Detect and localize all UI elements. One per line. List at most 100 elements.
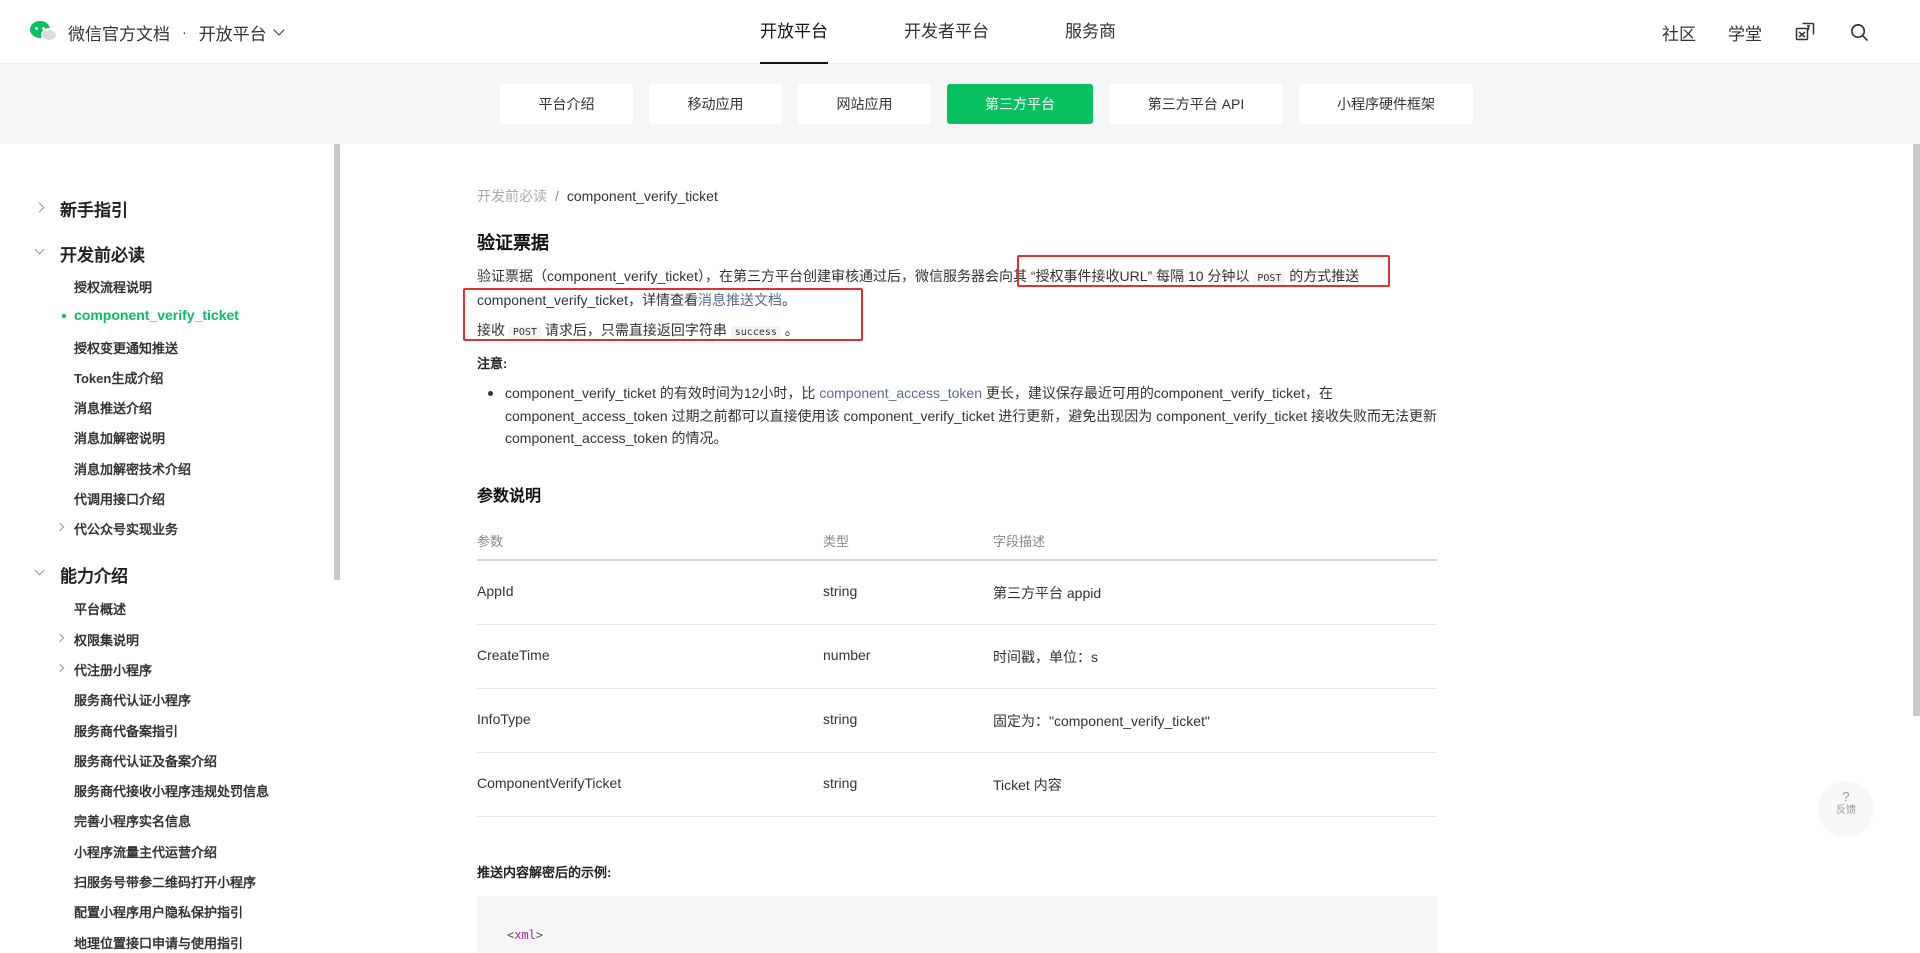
- chevron-right-icon: [55, 522, 65, 532]
- table-cell: ComponentVerifyTicket: [477, 775, 622, 791]
- sidebar-item-expandable[interactable]: 权限集说明: [0, 630, 300, 649]
- note-label: 注意:: [477, 356, 508, 371]
- table-header-cell: 类型: [823, 534, 850, 549]
- sidebar-item[interactable]: 配置小程序用户隐私保护指引: [0, 902, 300, 921]
- feedback-label: 反馈: [1836, 805, 1856, 816]
- subtab-platform-intro[interactable]: 平台介绍: [500, 84, 633, 124]
- community-link[interactable]: 社区: [1662, 20, 1696, 45]
- subtab-hardware-framework[interactable]: 小程序硬件框架: [1299, 84, 1473, 124]
- nav-developer-platform[interactable]: 开发者平台: [904, 0, 989, 64]
- wechat-logo-icon: [30, 19, 60, 45]
- table-cell: 固定为："component_verify_ticket": [993, 713, 1210, 729]
- subtab-third-party-api[interactable]: 第三方平台 API: [1109, 84, 1283, 124]
- breadcrumb-separator: /: [555, 188, 559, 204]
- table-cell: string: [823, 775, 858, 791]
- note-bullet: component_verify_ticket 的有效时间为12小时，比 com…: [488, 382, 1440, 450]
- platform-label: 开放平台: [198, 24, 267, 44]
- table-cell: AppId: [477, 583, 514, 599]
- paragraph-3: 接收 POST 请求后，只需直接返回字符串 success 。: [477, 320, 799, 340]
- text: 。: [780, 322, 799, 338]
- subtab-website-app[interactable]: 网站应用: [798, 84, 931, 124]
- breadcrumb: 开发前必读 / component_verify_ticket: [477, 186, 718, 206]
- table-row: InfoType string 固定为："component_verify_ti…: [477, 689, 1437, 753]
- text: component_verify_ticket 的有效时间为12小时，比: [505, 385, 820, 401]
- params-title: 参数说明: [477, 488, 542, 505]
- breadcrumb-current: component_verify_ticket: [566, 188, 718, 204]
- sidebar-scrollbar[interactable]: [334, 144, 340, 580]
- subtab-third-party-platform[interactable]: 第三方平台: [947, 84, 1093, 124]
- sidebar-group-label: 能力介绍: [60, 567, 128, 586]
- sidebar-item[interactable]: Token生成介绍: [0, 368, 300, 387]
- brand-separator: ·: [182, 24, 187, 40]
- search-icon[interactable]: [1848, 21, 1870, 43]
- sidebar-item-label: 代公众号实现业务: [74, 522, 179, 537]
- sidebar-item[interactable]: 完善小程序实名信息: [0, 811, 300, 830]
- sidebar-item[interactable]: 小程序流量主代运营介绍: [0, 842, 300, 861]
- table-cell: Ticket 内容: [993, 777, 1062, 793]
- breadcrumb-parent[interactable]: 开发前必读: [477, 188, 547, 204]
- sidebar-item[interactable]: 消息加解密技术介绍: [0, 459, 300, 478]
- top-header: 微信官方文档 · 开放平台 开放平台 开发者平台 服务商 社区 学堂: [0, 0, 1920, 64]
- sidebar-item[interactable]: 平台概述: [0, 599, 300, 618]
- chevron-down-icon: [273, 23, 285, 36]
- sidebar-item[interactable]: 消息加解密说明: [0, 428, 300, 447]
- platform-switcher[interactable]: 开放平台: [198, 20, 285, 45]
- params-table: 参数 类型 字段描述 AppId string 第三方平台 appid Crea…: [477, 521, 1437, 817]
- sidebar-item[interactable]: 授权变更通知推送: [0, 338, 300, 357]
- page-scrollbar[interactable]: [1913, 144, 1920, 716]
- table-row: ComponentVerifyTicket string Ticket 内容: [477, 753, 1437, 817]
- sidebar-item[interactable]: 服务商代认证小程序: [0, 690, 300, 709]
- table-header: 参数 类型 字段描述: [477, 521, 1437, 561]
- sidebar-item[interactable]: 服务商代备案指引: [0, 721, 300, 740]
- brand-title: 微信官方文档: [68, 24, 170, 44]
- chevron-down-icon: [34, 244, 45, 255]
- text: component_verify_ticket，详情查看: [477, 292, 698, 308]
- sidebar-item[interactable]: 扫服务号带参二维码打开小程序: [0, 872, 300, 891]
- sidebar-group-before-dev[interactable]: 开发前必读: [0, 241, 300, 266]
- inline-code: POST: [508, 326, 541, 339]
- chevron-right-icon: [34, 202, 45, 213]
- sidebar-item[interactable]: 服务商代认证及备案介绍: [0, 751, 300, 770]
- text: 接收: [477, 322, 509, 338]
- chevron-down-icon: [34, 565, 45, 576]
- translate-icon[interactable]: [1794, 21, 1816, 43]
- brand[interactable]: 微信官方文档 · 开放平台: [30, 18, 285, 46]
- table-header-cell: 字段描述: [993, 534, 1046, 549]
- message-push-doc-link[interactable]: 消息推送文档: [698, 292, 782, 308]
- table-row: CreateTime number 时间戳，单位：s: [477, 625, 1437, 689]
- feedback-button[interactable]: ? 反馈: [1820, 782, 1872, 834]
- subtab-mobile-app[interactable]: 移动应用: [649, 84, 782, 124]
- academy-link[interactable]: 学堂: [1728, 20, 1762, 45]
- code-punct: >: [535, 928, 544, 942]
- sidebar-item-expandable[interactable]: 代注册小程序: [0, 660, 300, 679]
- sidebar-item[interactable]: 地理位置接口申请与使用指引: [0, 933, 300, 952]
- text: 验证票据（component_verify_ticket），在第三方平台创建审核…: [477, 268, 1254, 284]
- question-icon: ?: [1842, 789, 1850, 804]
- chevron-right-icon: [55, 663, 65, 673]
- inline-code: success: [730, 326, 781, 339]
- right-nav: 社区 学堂: [1630, 0, 1870, 64]
- sidebar-item-expandable[interactable]: 代公众号实现业务: [0, 519, 300, 538]
- sidebar-item-label: 代注册小程序: [74, 663, 153, 678]
- inline-code: POST: [1253, 272, 1286, 285]
- paragraph-2: component_verify_ticket，详情查看消息推送文档。: [477, 290, 796, 310]
- table-cell: number: [823, 647, 871, 663]
- nav-service-provider[interactable]: 服务商: [1065, 0, 1116, 64]
- sidebar-item[interactable]: 服务商代接收小程序违规处罚信息: [0, 781, 300, 800]
- sidebar-group-capabilities[interactable]: 能力介绍: [0, 562, 300, 587]
- sidebar-item[interactable]: 授权流程说明: [0, 277, 300, 296]
- text: 的方式推送: [1285, 268, 1360, 284]
- sidebar-item[interactable]: 代调用接口介绍: [0, 489, 300, 508]
- table-cell: string: [823, 583, 858, 599]
- component-access-token-link[interactable]: component_access_token: [819, 385, 982, 401]
- code-tag: xml: [514, 928, 536, 942]
- table-cell: 时间戳，单位：s: [993, 649, 1098, 665]
- sidebar-group-beginner-guide[interactable]: 新手指引: [0, 196, 300, 221]
- sidebar-item[interactable]: 消息推送介绍: [0, 398, 300, 417]
- table-row: AppId string 第三方平台 appid: [477, 561, 1437, 625]
- chevron-right-icon: [55, 633, 65, 643]
- sidebar-item-active[interactable]: component_verify_ticket: [0, 307, 300, 323]
- table-cell: 第三方平台 appid: [993, 585, 1102, 601]
- code-block: <xml>: [477, 896, 1437, 953]
- nav-open-platform[interactable]: 开放平台: [760, 0, 828, 64]
